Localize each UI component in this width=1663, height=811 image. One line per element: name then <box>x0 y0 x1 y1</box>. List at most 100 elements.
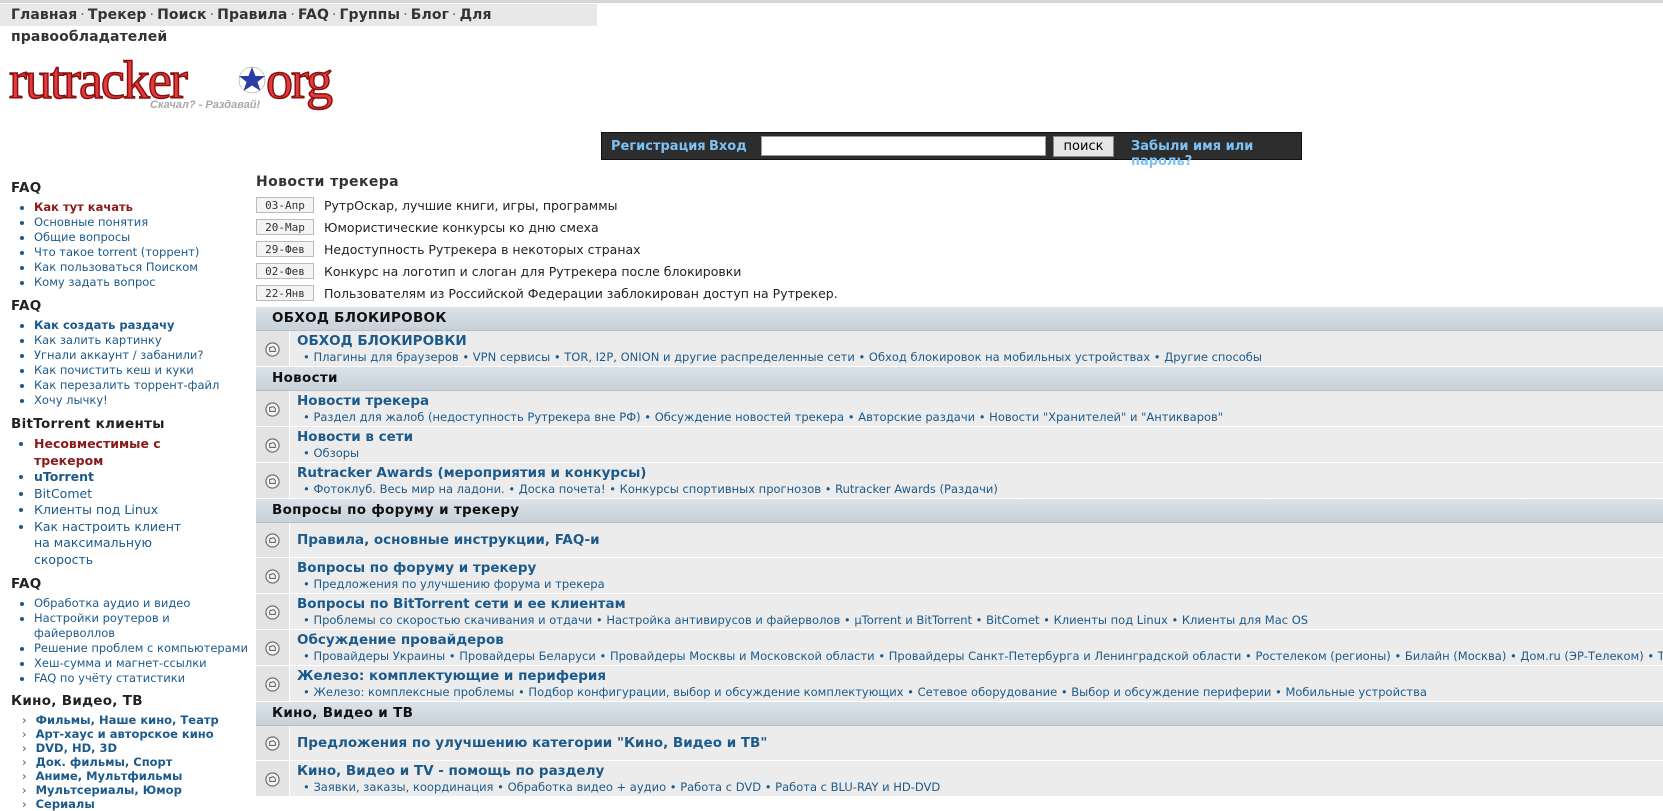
nav-link[interactable]: Главная <box>11 7 77 23</box>
sidebar-link[interactable]: Как перезалить торрент-файл <box>34 378 251 393</box>
forum-title-link[interactable]: Правила, основные инструкции, FAQ-и <box>297 532 600 548</box>
forum-title-link[interactable]: Железо: комплектующие и периферия <box>297 668 606 684</box>
sidebar-link[interactable]: Сериалы <box>22 797 251 811</box>
nav-link[interactable]: FAQ <box>298 7 329 23</box>
nav-link[interactable]: Правила <box>217 7 287 23</box>
sidebar-link-label: Что такое torrent (торрент) <box>34 245 200 259</box>
forum-title-link[interactable]: Вопросы по BitTorrent сети и ее клиентам <box>297 596 626 612</box>
sidebar-link-label: Обработка аудио и видео <box>34 596 191 610</box>
forum-folder-icon <box>265 437 280 453</box>
forum-icon-cell <box>256 726 290 760</box>
sidebar-list: Несовместимые с трекеромuTorrent BitComet… <box>11 436 251 568</box>
nav-separator: · <box>290 7 295 23</box>
forum-title-link[interactable]: Обсуждение провайдеров <box>297 632 504 648</box>
forum-title-link[interactable]: Rutracker Awards (мероприятия и конкурсы… <box>297 465 646 481</box>
forum-title-link[interactable]: Новости трекера <box>297 393 429 409</box>
forum-category-header: Новости <box>256 367 1663 391</box>
nav-separator: · <box>331 7 337 23</box>
sidebar-link[interactable]: Как пользоваться Поиском <box>34 260 251 275</box>
nav-link[interactable]: Блог <box>411 7 449 23</box>
sidebar-section-title: FAQ <box>11 576 42 592</box>
forum-folder-icon <box>265 771 280 787</box>
news-item: 29-Фев Недоступность Рутрекера в некоторы… <box>256 239 956 261</box>
news-link[interactable]: Недоступность Рутрекера в некоторых стра… <box>324 242 641 257</box>
forum-folder-icon <box>265 401 280 417</box>
sidebar-link[interactable]: Как залить картинку <box>34 333 251 348</box>
subforum-links[interactable]: • Плагины для браузеров • VPN сервисы • … <box>303 350 1262 364</box>
forum-index: ОБХОД БЛОКИРОВОК ОБХОД БЛОКИРОВКИ • Плагин… <box>256 307 1663 797</box>
sidebar-link-label: Клиенты под Linux <box>34 502 159 517</box>
news-item: 02-Фев Конкурс на логотип и слоган для Ру… <box>256 261 956 283</box>
news-item: 20-Мар Юмористические конкурсы ко дню сме… <box>256 217 956 239</box>
subforum-links[interactable]: • Провайдеры Украины • Провайдеры Белару… <box>303 649 1663 663</box>
sidebar-link[interactable]: Основные понятия <box>34 215 251 230</box>
sidebar-link[interactable]: Хочу лычку! <box>34 393 251 408</box>
search-input[interactable] <box>761 136 1046 156</box>
sidebar-link[interactable]: Арт-хаус и авторское кино <box>22 727 251 741</box>
search-button[interactable]: поиск <box>1053 136 1114 157</box>
nav-separator: · <box>452 7 457 23</box>
forum-icon-cell <box>256 630 290 665</box>
login-link[interactable]: Вход <box>709 139 747 154</box>
news-link[interactable]: Юмористические конкурсы ко дню смеха <box>324 220 599 235</box>
sidebar-link[interactable]: Общие вопросы <box>34 230 251 245</box>
sidebar-link[interactable]: Угнали аккаунт / забанили? <box>34 348 251 363</box>
subforum-links[interactable]: • Проблемы со скоростью скачивания и отд… <box>303 613 1308 627</box>
sidebar-link[interactable]: Фильмы, Наше кино, Театр <box>22 713 251 727</box>
sidebar-link[interactable]: Аниме, Мультфильмы <box>22 769 251 783</box>
nav-link[interactable]: Поиск <box>157 7 206 23</box>
subforum-links[interactable]: • Железо: комплексные проблемы • Подбор … <box>303 685 1427 699</box>
logo-text-right: org <box>266 52 332 110</box>
sidebar-link[interactable]: FAQ по учёту статистики <box>34 671 251 686</box>
logo-slogan: Скачал? - Раздавай! <box>150 99 261 111</box>
forum-icon-cell <box>256 666 290 701</box>
news-link[interactable]: Конкурс на логотип и слоган для Рутрекер… <box>324 264 741 279</box>
forum-row: Правила, основные инструкции, FAQ-и <box>256 523 1663 558</box>
sidebar-link-label: Фильмы, Наше кино, Театр <box>35 713 219 727</box>
forum-title-link[interactable]: Предложения по улучшению категории "Кино… <box>297 735 767 751</box>
sidebar-link-label: FAQ по учёту статистики <box>34 671 186 685</box>
sidebar-link[interactable]: Хеш-сумма и магнет-ссылки <box>34 656 251 671</box>
nav-link[interactable]: Группы <box>340 7 401 23</box>
sidebar-link[interactable]: uTorrent <box>34 469 194 486</box>
forum-icon-cell <box>256 463 290 498</box>
register-link[interactable]: Регистрация <box>611 139 706 154</box>
sidebar-link[interactable]: Клиенты под Linux <box>34 502 194 519</box>
sidebar-link-label: uTorrent <box>34 469 95 484</box>
sidebar-link[interactable]: Обработка аудио и видео <box>34 596 251 611</box>
forum-folder-icon <box>265 604 280 620</box>
forum-title-link[interactable]: Новости в сети <box>297 429 413 445</box>
sidebar-link[interactable]: Как тут качать <box>34 200 251 215</box>
sidebar-link[interactable]: Несовместимые с трекером <box>34 436 194 469</box>
sidebar-link-label: Как перезалить торрент-файл <box>34 378 220 392</box>
subforum-links[interactable]: • Предложения по улучшению форума и трек… <box>303 577 605 591</box>
subforum-links[interactable]: • Фотоклуб. Весь мир на ладони. • Доска … <box>303 482 998 496</box>
sidebar-link[interactable]: Настройки роутеров и файерволлов <box>34 611 251 641</box>
sidebar-link[interactable]: Что такое torrent (торрент) <box>34 245 251 260</box>
forum-folder-icon <box>265 341 280 357</box>
subforum-links[interactable]: • Заявки, заказы, координация • Обработк… <box>303 780 940 794</box>
forgot-password-link[interactable]: Забыли имя или пароль? <box>1131 139 1301 169</box>
sidebar-section-title: FAQ <box>11 180 42 196</box>
sidebar-link[interactable]: Решение проблем с компьютерами <box>34 641 251 656</box>
nav-link[interactable]: Трекер <box>88 7 147 23</box>
sidebar-link[interactable]: Как создать раздачу <box>34 318 251 333</box>
sidebar-link[interactable]: Как почистить кеш и куки <box>34 363 251 378</box>
news-link[interactable]: Пользователям из Российской Федерации за… <box>324 286 838 301</box>
rutracker-logo[interactable]: rutracker org Скачал? - Раздавай! <box>9 52 339 118</box>
sidebar-link[interactable]: BitComet <box>34 486 194 503</box>
sidebar-link[interactable]: Док. фильмы, Спорт <box>22 755 251 769</box>
login-separator: · <box>693 139 698 154</box>
forum-title-link[interactable]: Вопросы по форуму и трекеру <box>297 560 536 576</box>
subforum-links[interactable]: • Обзоры <box>303 446 359 460</box>
forum-category-header: Кино, Видео и ТВ <box>256 702 1663 726</box>
forum-title-link[interactable]: ОБХОД БЛОКИРОВКИ <box>297 333 467 349</box>
sidebar-link[interactable]: DVD, HD, 3D <box>22 741 251 755</box>
sidebar-link[interactable]: Кому задать вопрос <box>34 275 251 290</box>
sidebar-link-label: Арт-хаус и авторское кино <box>35 727 214 741</box>
subforum-links[interactable]: • Раздел для жалоб (недоступность Рутрек… <box>303 410 1223 424</box>
nav-separator: · <box>209 7 215 23</box>
news-link[interactable]: РутрОскар, лучшие книги, игры, программы <box>324 198 618 213</box>
sidebar-link[interactable]: Как настроить клиент на максимальную ско… <box>34 519 194 569</box>
forum-title-link[interactable]: Кино, Видео и TV - помощь по разделу <box>297 763 604 779</box>
